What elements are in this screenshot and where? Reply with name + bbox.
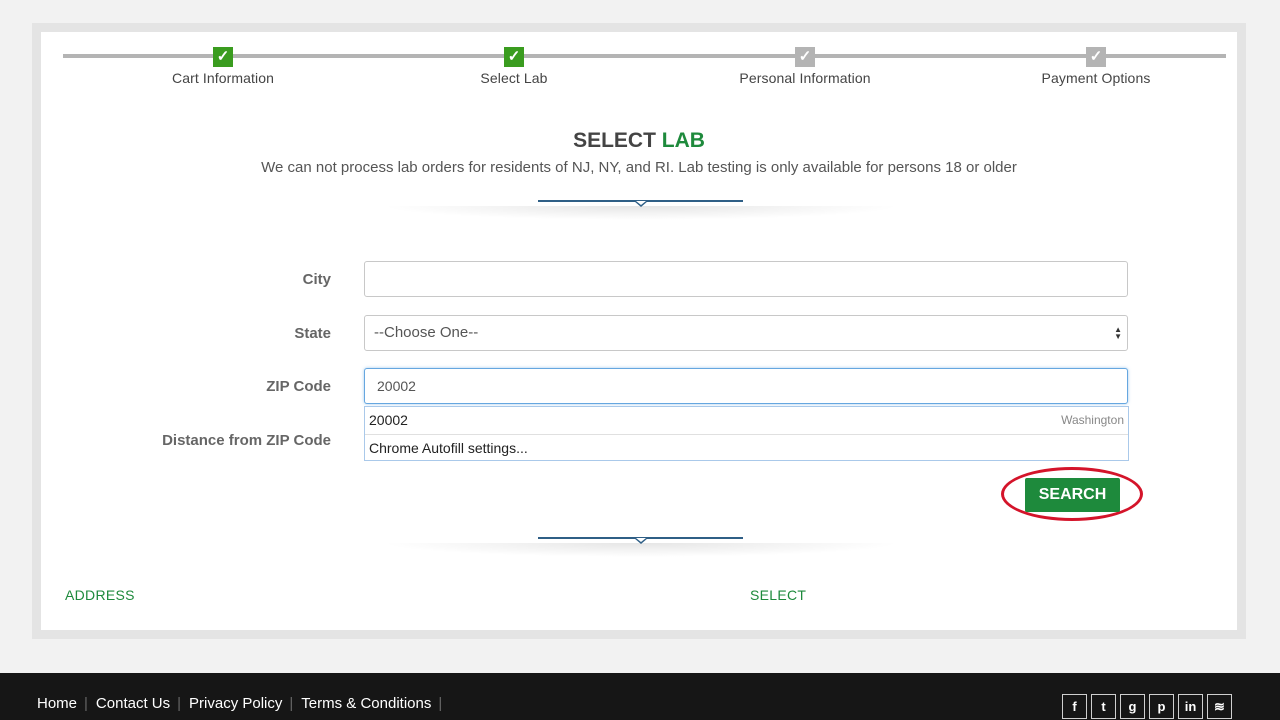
state-select[interactable]: --Choose One-- ▲ ▼ — [364, 315, 1128, 351]
distance-label: Distance from ZIP Code — [162, 432, 331, 449]
step-label: Payment Options — [1041, 70, 1151, 86]
google-plus-icon[interactable]: g — [1120, 694, 1145, 719]
search-button[interactable]: SEARCH — [1025, 478, 1120, 512]
rss-icon[interactable]: ≋ — [1207, 694, 1232, 719]
section-divider-bottom — [381, 537, 901, 557]
autofill-settings-item[interactable]: Chrome Autofill settings... — [365, 434, 1128, 462]
autofill-suggestion-hint: Washington — [1061, 413, 1124, 427]
step-label: Personal Information — [739, 70, 871, 86]
linkedin-icon[interactable]: in — [1178, 694, 1203, 719]
footer-nav: Home | Contact Us | Privacy Policy | Terms & C… — [37, 695, 443, 712]
section-divider — [381, 200, 901, 220]
zip-label: ZIP Code — [266, 378, 331, 395]
step-personal-information: ✓ Personal Information — [690, 47, 920, 86]
check-icon: ✓ — [504, 47, 524, 67]
step-payment-options: ✓ Payment Options — [981, 47, 1211, 86]
autofill-dropdown: 20002 Washington Chrome Autofill setting… — [364, 406, 1129, 461]
column-header-address: ADDRESS — [65, 587, 135, 603]
page-subtitle: We can not process lab orders for reside… — [261, 159, 1017, 176]
pinterest-icon[interactable]: p — [1149, 694, 1174, 719]
city-input[interactable] — [364, 261, 1128, 297]
state-select-value: --Choose One-- — [374, 324, 479, 341]
step-label: Select Lab — [480, 70, 548, 86]
autofill-suggestion-value: 20002 — [369, 412, 408, 428]
step-select-lab: ✓ Select Lab — [399, 47, 629, 86]
step-cart-information: ✓ Cart Information — [108, 47, 338, 86]
site-footer: Home | Contact Us | Privacy Policy | Terms & C… — [0, 673, 1280, 720]
check-icon: ✓ — [1086, 47, 1106, 67]
zip-input[interactable]: 20002 — [364, 368, 1128, 404]
select-lab-card: ✓ Cart Information ✓ Select Lab ✓ Person… — [41, 32, 1237, 630]
page-title: SELECT LAB — [41, 129, 1237, 153]
footer-link-privacy-policy[interactable]: Privacy Policy — [189, 695, 282, 712]
footer-link-terms[interactable]: Terms & Conditions — [301, 695, 431, 712]
main-panel: ✓ Cart Information ✓ Select Lab ✓ Person… — [32, 23, 1246, 639]
check-icon: ✓ — [213, 47, 233, 67]
column-header-select: SELECT — [750, 587, 807, 603]
facebook-icon[interactable]: f — [1062, 694, 1087, 719]
footer-link-contact-us[interactable]: Contact Us — [96, 695, 170, 712]
check-icon: ✓ — [795, 47, 815, 67]
title-accent: LAB — [661, 129, 705, 152]
twitter-icon[interactable]: t — [1091, 694, 1116, 719]
autofill-suggestion[interactable]: 20002 Washington — [365, 407, 1128, 434]
state-label: State — [294, 325, 331, 342]
title-part: SELECT — [573, 129, 656, 152]
city-label: City — [302, 271, 331, 288]
step-label: Cart Information — [172, 70, 274, 86]
footer-link-home[interactable]: Home — [37, 695, 77, 712]
social-links: f t g p in ≋ — [1062, 694, 1236, 719]
select-arrows-icon: ▲ ▼ — [1114, 325, 1122, 341]
